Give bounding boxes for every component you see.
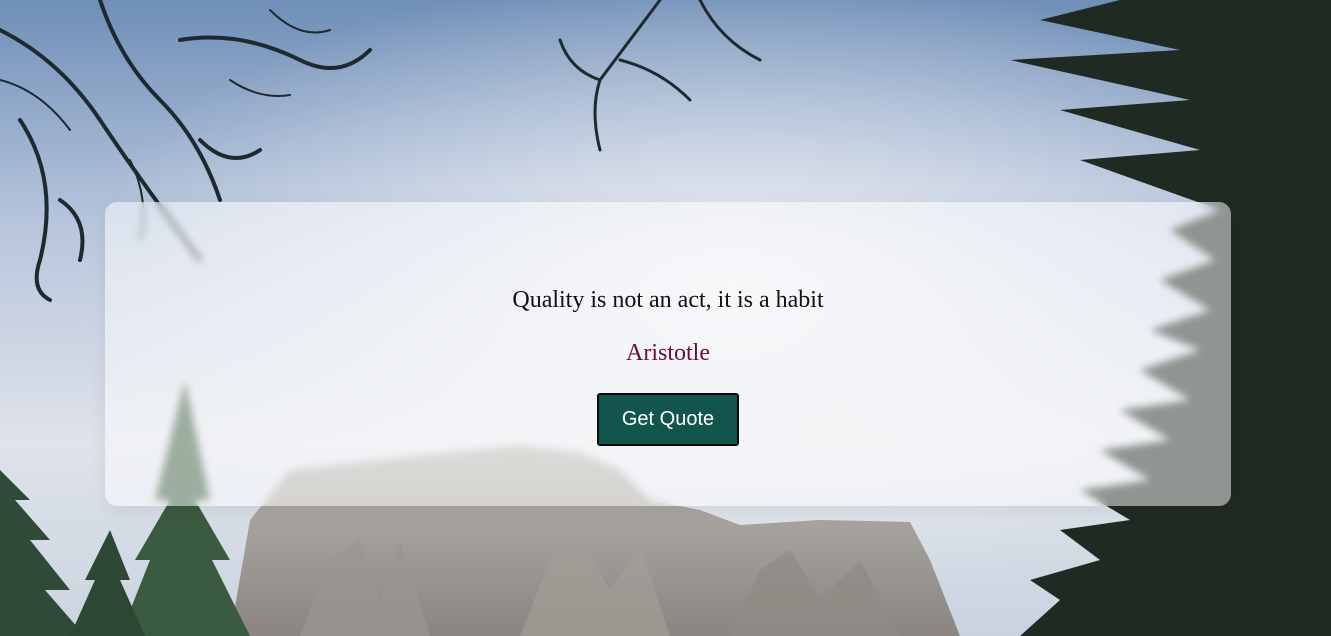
- quote-author: Aristotle: [626, 340, 710, 366]
- quote-text: Quality is not an act, it is a habit: [512, 287, 824, 313]
- get-quote-button[interactable]: Get Quote: [597, 393, 739, 446]
